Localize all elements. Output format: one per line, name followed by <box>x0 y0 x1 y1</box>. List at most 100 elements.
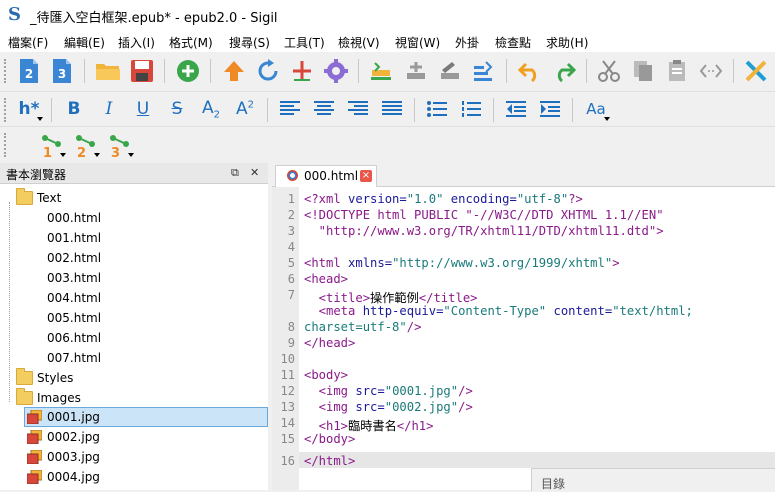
add-below-icon[interactable] <box>401 56 431 86</box>
code-line: <head> <box>304 272 349 286</box>
align-center-icon[interactable] <box>309 94 339 124</box>
menu-file[interactable]: 檔案(F) <box>8 34 48 51</box>
menu-tools[interactable]: 工具(T) <box>284 34 325 51</box>
file-item[interactable]: 003.html <box>0 268 268 288</box>
redo-icon[interactable] <box>549 56 579 86</box>
pencil-line-icon[interactable] <box>435 56 465 86</box>
superscript-button[interactable]: A2 <box>230 94 260 124</box>
close-x-icon[interactable] <box>741 56 771 86</box>
file-item[interactable]: 002.html <box>0 248 268 268</box>
bullet-list-icon[interactable] <box>422 94 452 124</box>
dropdown-arrow-icon <box>60 153 66 157</box>
menu-help[interactable]: 求助(H) <box>546 34 588 51</box>
outdent-icon[interactable] <box>501 94 531 124</box>
close-panel-icon[interactable]: ✕ <box>250 166 259 179</box>
file-item[interactable]: 006.html <box>0 328 268 348</box>
insert-line-icon[interactable] <box>366 56 396 86</box>
strikethrough-button[interactable]: S <box>162 94 192 124</box>
file-item[interactable]: 001.html <box>0 228 268 248</box>
settings-gear-icon[interactable] <box>321 56 351 86</box>
save-icon[interactable] <box>127 56 157 86</box>
line-number: 5 <box>287 256 295 270</box>
image-file-icon <box>27 450 42 464</box>
split-marker-icon[interactable] <box>287 56 317 86</box>
copy-icon[interactable] <box>628 56 658 86</box>
folder-label: Styles <box>37 371 74 385</box>
image-file-item[interactable]: 0003.jpg <box>0 447 268 467</box>
toolbar-grip[interactable] <box>4 98 10 122</box>
file-label: 0004.jpg <box>47 470 100 484</box>
code-editor[interactable]: 1 2 3 4 5 6 7 8 9 10 11 12 13 14 15 16 <… <box>272 187 775 490</box>
image-file-item[interactable]: 0004.jpg <box>0 467 268 487</box>
line-number: 3 <box>287 224 295 238</box>
plugin-3-icon[interactable]: 3 <box>105 130 135 160</box>
menu-view[interactable]: 檢視(V) <box>338 34 380 51</box>
book-browser-header: 書本瀏覽器 ⧉ ✕ <box>0 163 268 184</box>
code-line: <img src="0001.jpg"/> <box>304 384 473 398</box>
dropdown-arrow-icon <box>94 153 100 157</box>
undo-icon[interactable] <box>515 56 545 86</box>
code-line: </body> <box>304 432 356 446</box>
menu-search[interactable]: 搜尋(S) <box>229 34 270 51</box>
dropdown-arrow-icon <box>37 117 43 121</box>
heading-button[interactable]: h* <box>14 94 44 124</box>
epub2-icon[interactable]: 2 <box>14 56 44 86</box>
add-file-icon[interactable] <box>173 56 203 86</box>
image-file-item[interactable]: 0002.jpg <box>0 427 268 447</box>
align-right-icon[interactable] <box>343 94 373 124</box>
up-arrow-icon[interactable] <box>219 56 249 86</box>
code-line: <body> <box>304 368 349 382</box>
paste-icon[interactable] <box>662 56 692 86</box>
line-number: 7 <box>287 288 295 302</box>
open-folder-icon[interactable] <box>93 56 123 86</box>
folder-text[interactable]: Text <box>0 188 268 208</box>
toolbar-grip[interactable] <box>4 59 10 83</box>
float-panel-icon[interactable]: ⧉ <box>231 166 239 180</box>
cut-icon[interactable] <box>594 56 624 86</box>
file-item[interactable]: 005.html <box>0 308 268 328</box>
menu-insert[interactable]: 插入(I) <box>118 34 155 51</box>
menu-edit[interactable]: 編輯(E) <box>64 34 105 51</box>
indent-icon[interactable] <box>535 94 565 124</box>
epub3-icon[interactable]: 3 <box>47 56 77 86</box>
plugin-2-label: 2 <box>77 146 86 159</box>
align-justify-icon[interactable] <box>377 94 407 124</box>
numbered-list-icon[interactable] <box>456 94 486 124</box>
file-item[interactable]: 004.html <box>0 288 268 308</box>
menu-plugins[interactable]: 外掛 <box>455 34 479 51</box>
folder-images[interactable]: Images <box>0 388 268 408</box>
plugin-2-icon[interactable]: 2 <box>71 130 101 160</box>
format-toolbar: h* B I U S A2 A2 Aa <box>0 91 775 127</box>
menu-checkpoints[interactable]: 檢查點 <box>495 34 531 51</box>
align-left-icon[interactable] <box>275 94 305 124</box>
file-label: 003.html <box>47 271 102 285</box>
menu-window[interactable]: 視窗(W) <box>395 34 440 51</box>
underline-button[interactable]: U <box>128 94 158 124</box>
file-item[interactable]: 007.html <box>0 348 268 368</box>
folder-label: Images <box>37 391 81 405</box>
italic-button[interactable]: I <box>94 94 124 124</box>
menu-format[interactable]: 格式(M) <box>169 34 213 51</box>
image-file-item-selected[interactable]: 0001.jpg <box>0 407 268 427</box>
image-file-icon <box>27 410 42 424</box>
plugin-1-icon[interactable]: 1 <box>37 130 67 160</box>
toolbar-grip[interactable] <box>4 133 10 157</box>
code-tags-icon[interactable] <box>696 56 726 86</box>
fast-forward-icon[interactable] <box>469 56 499 86</box>
code-line: <?xml version="1.0" encoding="utf-8"?> <box>304 192 583 206</box>
code-line: <html xmlns="http://www.w3.org/1999/xhtm… <box>304 256 620 270</box>
code-line: "http://www.w3.org/TR/xhtml11/DTD/xhtml1… <box>304 224 664 238</box>
editor-tab-bar: 000.html × <box>272 163 775 187</box>
tab-000-html[interactable]: 000.html × <box>275 165 377 187</box>
menu-bar: 檔案(F) 編輯(E) 插入(I) 格式(M) 搜尋(S) 工具(T) 檢視(V… <box>0 30 775 52</box>
toc-panel[interactable]: 目錄 <box>531 468 775 491</box>
case-change-button[interactable]: Aa <box>581 94 611 124</box>
refresh-icon[interactable] <box>253 56 283 86</box>
file-item[interactable]: 000.html <box>0 208 268 228</box>
code-line: <meta http-equiv="Content-Type" content=… <box>304 304 693 318</box>
bold-button[interactable]: B <box>59 94 89 124</box>
file-label: 0002.jpg <box>47 430 100 444</box>
subscript-button[interactable]: A2 <box>196 94 226 124</box>
folder-styles[interactable]: Styles <box>0 368 268 388</box>
close-tab-icon[interactable]: × <box>360 170 372 182</box>
